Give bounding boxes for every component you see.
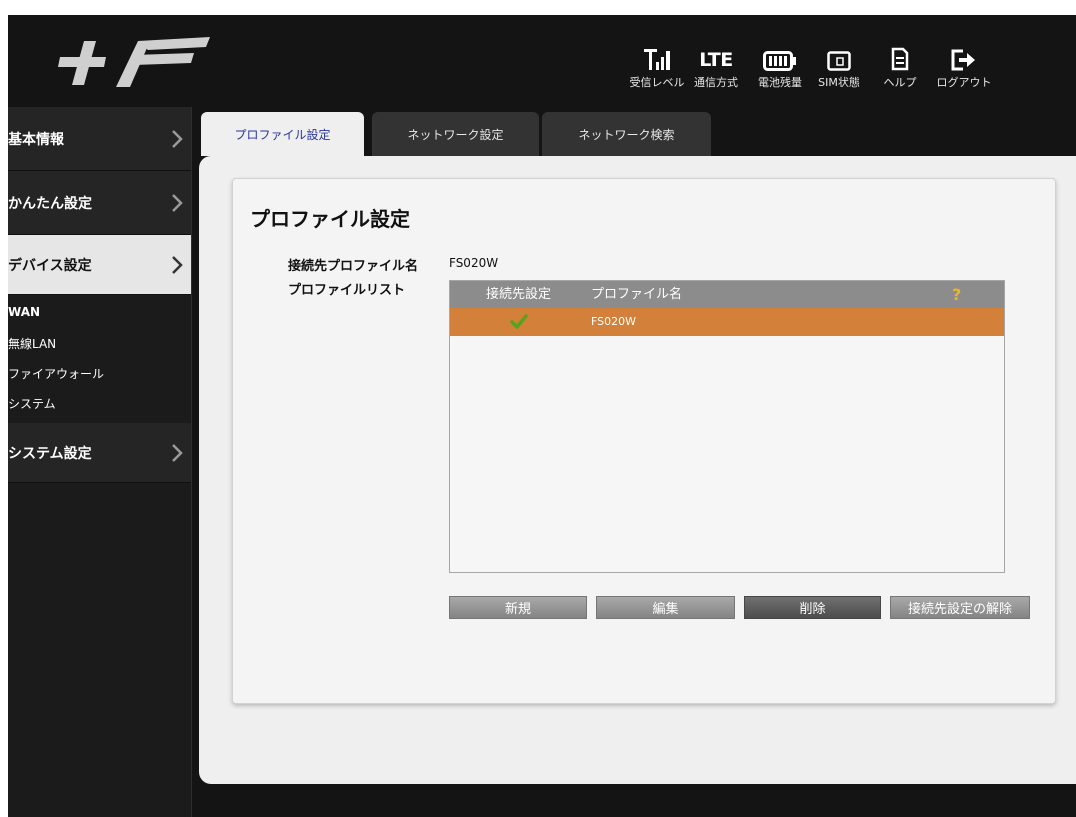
submenu-item-wireless-lan[interactable]: 無線LAN (8, 335, 56, 352)
logo (48, 29, 218, 89)
sim-status-button[interactable]: SIM状態 (807, 45, 871, 90)
help-icon (868, 45, 932, 71)
table-header: 接続先設定 プロファイル名 ? (450, 281, 1004, 308)
chevron-right-icon (172, 443, 183, 462)
check-icon (510, 308, 528, 336)
battery-icon (748, 45, 812, 71)
lte-text: LTE (699, 49, 733, 71)
sim-icon (807, 45, 871, 71)
network-type-label: 通信方式 (694, 76, 738, 89)
tab-network-search[interactable]: ネットワーク検索 (542, 112, 711, 156)
sim-status-label: SIM状態 (818, 76, 860, 89)
sidebar-item-system-settings[interactable]: システム設定 (8, 423, 191, 483)
profile-settings-panel: プロファイル設定 接続先プロファイル名 FS020W プロファイルリスト 接続先… (232, 178, 1056, 704)
help-button[interactable]: ヘルプ (868, 45, 932, 90)
sidebar-item-label: デバイス設定 (8, 257, 92, 274)
column-header-connection: 接続先設定 (486, 287, 552, 302)
new-button[interactable]: 新規 (449, 596, 587, 619)
submenu-item-system[interactable]: システム (8, 395, 56, 412)
battery-label: 電池残量 (758, 76, 802, 89)
edit-button[interactable]: 編集 (596, 596, 735, 619)
logout-icon (932, 45, 996, 71)
chevron-right-icon (172, 129, 183, 148)
profile-name-cell: FS020W (591, 315, 636, 328)
signal-label: 受信レベル (629, 76, 685, 89)
main-content: プロファイル設定 接続先プロファイル名 FS020W プロファイルリスト 接続先… (199, 156, 1076, 784)
header: 受信レベル LTE 通信方式 電池残量 SIM状態 ヘルプ ログアウト (8, 15, 1076, 107)
logout-button[interactable]: ログアウト (932, 45, 996, 90)
logout-label: ログアウト (936, 76, 992, 89)
lte-icon: LTE (684, 45, 748, 71)
sidebar-item-label: 基本情報 (8, 131, 64, 148)
device-settings-submenu: WAN 無線LAN ファイアウォール システム (8, 295, 191, 423)
sidebar-item-label: かんたん設定 (8, 195, 92, 212)
sidebar-item-basic-info[interactable]: 基本情報 (8, 107, 191, 171)
delete-button[interactable]: 削除 (744, 596, 881, 619)
tab-profile-settings[interactable]: プロファイル設定 (201, 112, 364, 156)
chevron-right-icon (172, 193, 183, 212)
submenu-item-wan[interactable]: WAN (8, 305, 40, 319)
network-type-button[interactable]: LTE 通信方式 (684, 45, 748, 90)
help-question-icon[interactable]: ? (952, 281, 961, 308)
sidebar-item-device-settings[interactable]: デバイス設定 (8, 235, 191, 295)
help-label: ヘルプ (883, 76, 917, 89)
signal-level-button[interactable]: 受信レベル (625, 45, 689, 90)
sidebar: 基本情報 かんたん設定 デバイス設定 WAN 無線LAN ファイアウォール シス… (8, 107, 192, 817)
tab-network-settings[interactable]: ネットワーク設定 (372, 112, 539, 156)
connection-profile-label: 接続先プロファイル名 (288, 259, 419, 274)
connection-profile-value: FS020W (449, 256, 499, 270)
sidebar-item-easy-setup[interactable]: かんたん設定 (8, 171, 191, 235)
page-title: プロファイル設定 (250, 207, 410, 231)
table-row[interactable]: FS020W (450, 308, 1004, 336)
app-window: 受信レベル LTE 通信方式 電池残量 SIM状態 ヘルプ ログアウト 基本情報… (8, 15, 1076, 817)
sidebar-item-label: システム設定 (8, 445, 92, 462)
chevron-right-icon (172, 255, 183, 274)
profile-list-label: プロファイルリスト (288, 283, 406, 298)
profile-list-table: 接続先設定 プロファイル名 ? FS020W (449, 280, 1005, 573)
column-header-profile-name: プロファイル名 (591, 287, 683, 302)
unset-connection-button[interactable]: 接続先設定の解除 (890, 596, 1030, 619)
submenu-item-firewall[interactable]: ファイアウォール (8, 365, 104, 382)
signal-icon (625, 45, 689, 71)
battery-button[interactable]: 電池残量 (748, 45, 812, 90)
